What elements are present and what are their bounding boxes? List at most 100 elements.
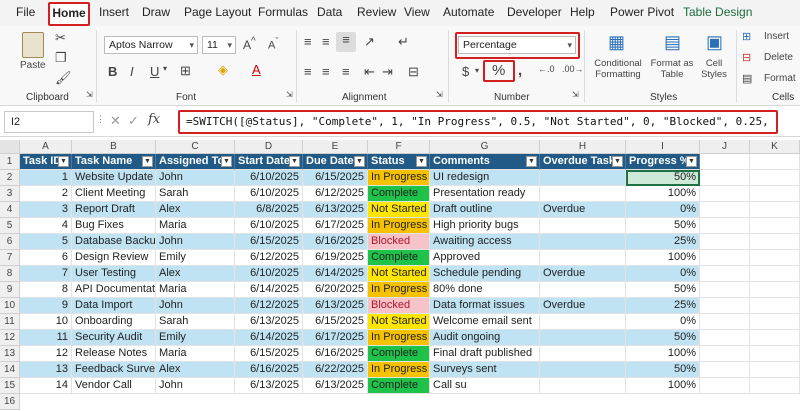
table-cell[interactable]: 6/12/2025 [235,250,303,266]
insert-cells-icon[interactable]: ⊞ [742,30,751,43]
table-cell[interactable]: 6 [20,250,72,266]
table-cell[interactable]: John [156,170,235,186]
align-right-icon[interactable]: ≡ [342,64,350,79]
filter-dropdown-icon[interactable]: ▼ [612,156,623,167]
clipboard-launcher-icon[interactable]: ⇲ [86,90,93,99]
table-cell[interactable]: 7 [20,266,72,282]
table-cell[interactable] [540,346,626,362]
table-cell[interactable]: Not Started [368,202,430,218]
table-cell[interactable]: 6/10/2025 [235,186,303,202]
table-cell[interactable]: Audit ongoing [430,330,540,346]
table-cell[interactable]: 6/14/2025 [303,266,368,282]
increase-font-icon[interactable]: A^ [243,36,256,52]
row-header[interactable]: 12 [0,330,20,346]
format-as-table-label[interactable]: Format as Table [648,58,696,80]
table-cell[interactable]: Blocked [368,298,430,314]
tab-power-pivot[interactable]: Power Pivot [610,5,674,19]
table-cell[interactable] [540,314,626,330]
table-cell[interactable]: API Documentati [72,282,156,298]
table-cell[interactable]: 3 [20,202,72,218]
table-cell[interactable]: Surveys sent [430,362,540,378]
table-cell[interactable]: Sarah [156,314,235,330]
table-cell[interactable]: Data format issues [430,298,540,314]
empty-cell[interactable] [750,298,800,314]
table-cell[interactable]: 6/16/2025 [303,234,368,250]
row-header[interactable]: 2 [0,170,20,186]
table-cell[interactable]: Vendor Call [72,378,156,394]
table-cell[interactable]: 1 [20,170,72,186]
table-cell[interactable]: Overdue [540,266,626,282]
increase-decimal-icon[interactable]: ←.0 [538,64,555,74]
tab-page-layout[interactable]: Page Layout [184,5,251,19]
table-cell[interactable]: Client Meeting [72,186,156,202]
table-cell[interactable]: 25% [626,234,700,250]
table-cell[interactable]: 6/10/2025 [235,218,303,234]
empty-cell[interactable] [750,250,800,266]
empty-cell[interactable] [750,218,800,234]
column-header-f[interactable]: F [368,140,430,154]
empty-cell[interactable] [700,314,750,330]
table-cell[interactable]: Maria [156,346,235,362]
table-cell[interactable]: 6/15/2025 [235,346,303,362]
insert-function-icon[interactable]: fx [148,112,160,127]
table-cell[interactable]: John [156,298,235,314]
table-cell[interactable]: Release Notes [72,346,156,362]
tab-review[interactable]: Review [357,5,396,19]
table-cell[interactable] [540,362,626,378]
conditional-formatting-icon[interactable]: ▦ [608,32,625,53]
orientation-icon[interactable]: ↗ [364,34,375,50]
indent-decrease-icon[interactable]: ⇤ [364,64,375,80]
table-cell[interactable]: Data Import [72,298,156,314]
table-cell[interactable]: Complete [368,378,430,394]
empty-cell[interactable] [750,282,800,298]
table-cell[interactable]: Complete [368,346,430,362]
comma-style-icon[interactable]: , [518,62,522,79]
table-cell[interactable]: John [156,234,235,250]
paste-label[interactable]: Paste [20,60,46,71]
table-header-cell[interactable]: Start Date ▼ [235,154,303,170]
table-cell[interactable]: Alex [156,362,235,378]
tab-home[interactable]: Home [48,2,90,26]
table-cell[interactable]: 6/16/2025 [235,362,303,378]
table-cell[interactable]: 6/12/2025 [303,186,368,202]
format-cells-label[interactable]: Format [764,73,796,84]
table-cell[interactable]: 50% [626,330,700,346]
table-cell[interactable] [540,186,626,202]
table-cell[interactable]: Onboarding [72,314,156,330]
underline-chevron-icon[interactable]: ▾ [163,64,167,73]
column-header-g[interactable]: G [430,140,540,154]
row-header[interactable]: 14 [0,362,20,378]
tab-developer[interactable]: Developer [507,5,562,19]
formula-input[interactable]: =SWITCH([@Status], "Complete", 1, "In Pr… [178,110,778,134]
table-cell[interactable]: 50% [626,282,700,298]
table-cell[interactable]: Bug Fixes [72,218,156,234]
filter-dropdown-icon[interactable]: ▼ [221,156,232,167]
table-cell[interactable]: 6/16/2025 [303,346,368,362]
font-name-dropdown[interactable]: Aptos Narrow ▾ [104,36,198,54]
align-top-icon[interactable]: ≡ [304,34,312,49]
tab-data[interactable]: Data [317,5,342,19]
table-cell[interactable]: 6/14/2025 [235,282,303,298]
table-cell[interactable]: 6/13/2025 [303,202,368,218]
table-cell[interactable]: 6/17/2025 [303,330,368,346]
table-header-cell[interactable]: Status ▼ [368,154,430,170]
underline-button[interactable]: U [150,64,159,79]
row-header[interactable]: 13 [0,346,20,362]
indent-increase-icon[interactable]: ⇥ [382,64,393,80]
empty-cell[interactable] [750,346,800,362]
filter-dropdown-icon[interactable]: ▼ [686,156,697,167]
currency-button[interactable]: $ [462,64,469,79]
table-cell[interactable]: 6/8/2025 [235,202,303,218]
filter-dropdown-icon[interactable]: ▼ [416,156,427,167]
table-cell[interactable]: Overdue [540,298,626,314]
table-cell[interactable]: Security Audit [72,330,156,346]
table-cell[interactable]: Final draft published [430,346,540,362]
table-cell[interactable]: Complete [368,250,430,266]
table-cell[interactable]: 6/13/2025 [303,298,368,314]
table-cell[interactable]: Report Draft [72,202,156,218]
table-header-cell[interactable]: Assigned To ▼ [156,154,235,170]
table-cell[interactable]: Design Review [72,250,156,266]
font-launcher-icon[interactable]: ⇲ [286,90,293,99]
column-header-e[interactable]: E [303,140,368,154]
table-cell[interactable]: Maria [156,218,235,234]
